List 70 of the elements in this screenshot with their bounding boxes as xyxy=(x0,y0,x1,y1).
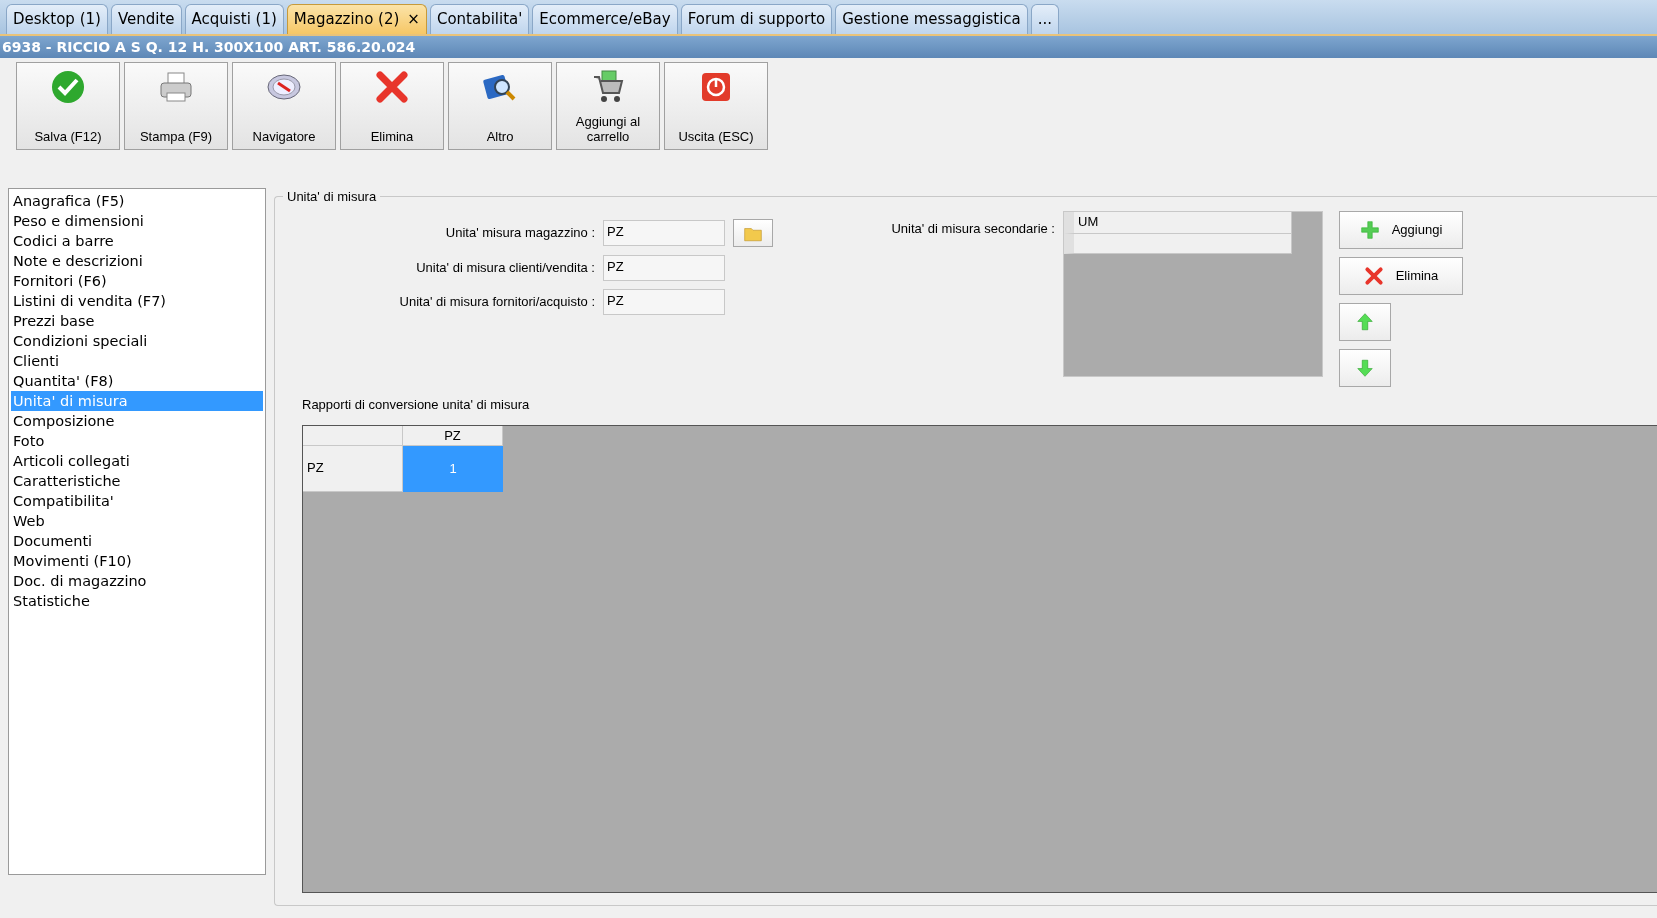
sidebar-item[interactable]: Clienti xyxy=(11,351,263,371)
printer-icon xyxy=(158,69,194,105)
add-button[interactable]: Aggiungi xyxy=(1339,211,1463,249)
tab-label[interactable]: Vendite xyxy=(117,8,175,34)
sidebar-item[interactable]: Web xyxy=(11,511,263,531)
record-title: 6938 - RICCIO A S Q. 12 H. 300X100 ART. 586.20.024 xyxy=(0,36,1657,58)
field-label: Unita' di misura clienti/vendita : xyxy=(415,259,596,278)
tab[interactable]: Gestione messaggistica xyxy=(835,4,1028,34)
tab[interactable]: Vendite xyxy=(110,4,182,34)
tab-label[interactable]: Magazzino (2) xyxy=(293,8,400,34)
tab-label[interactable]: Acquisti (1) xyxy=(191,8,277,34)
input-field[interactable]: PZ xyxy=(603,255,725,281)
browse-button[interactable] xyxy=(733,219,773,247)
toolbar-button[interactable]: Aggiungi al carrello xyxy=(556,62,660,150)
up-arrow-icon xyxy=(1355,312,1375,332)
tab[interactable]: Forum di supporto xyxy=(680,4,833,34)
check-icon xyxy=(50,69,86,105)
column-header: UM xyxy=(1064,212,1292,234)
tab-label[interactable]: Contabilita' xyxy=(436,8,523,34)
sidebar-item[interactable]: Articoli collegati xyxy=(11,451,263,471)
tab-label[interactable]: Gestione messaggistica xyxy=(842,8,1021,34)
tab[interactable]: ... xyxy=(1030,4,1060,34)
field-label: Unita' di misura fornitori/acquisto : xyxy=(398,293,596,312)
tab-label[interactable]: Desktop (1) xyxy=(13,8,101,34)
row-header: PZ xyxy=(303,445,403,492)
sidebar-item[interactable]: Prezzi base xyxy=(11,311,263,331)
sidebar-item[interactable]: Compatibilita' xyxy=(11,491,263,511)
sidebar-item[interactable]: Codici a barre xyxy=(11,231,263,251)
sidebar-item[interactable]: Statistiche xyxy=(11,591,263,611)
toolbar-button[interactable]: Stampa (F9) xyxy=(124,62,228,150)
sidebar-item[interactable]: Anagrafica (F5) xyxy=(11,191,263,211)
tab[interactable]: Contabilita' xyxy=(429,4,530,34)
down-arrow-icon xyxy=(1355,358,1375,378)
move-down-button[interactable] xyxy=(1339,349,1391,387)
section-label: Rapporti di conversione unita' di misura xyxy=(302,396,531,414)
column-header: PZ xyxy=(403,425,503,446)
toolbar-button[interactable]: Salva (F12) xyxy=(16,62,120,150)
field-label: Unita' misura magazzino : xyxy=(444,224,596,243)
sidebar-item[interactable]: Condizioni speciali xyxy=(11,331,263,351)
toolbar-button[interactable]: Navigatore xyxy=(232,62,336,150)
tab-label[interactable]: Forum di supporto xyxy=(687,8,826,34)
cross-icon xyxy=(1363,266,1384,286)
sidebar-item[interactable]: Documenti xyxy=(11,531,263,551)
tab[interactable]: Acquisti (1) xyxy=(184,4,284,34)
input-field[interactable]: PZ xyxy=(603,289,725,315)
tab-label[interactable]: Ecommerce/eBay xyxy=(539,8,671,34)
plus-icon xyxy=(1359,220,1380,240)
input-field[interactable]: PZ xyxy=(603,220,725,246)
sidebar-item[interactable]: Fornitori (F6) xyxy=(11,271,263,291)
sidebar-item[interactable]: Peso e dimensioni xyxy=(11,211,263,231)
tab[interactable]: Ecommerce/eBay xyxy=(532,4,678,34)
sidebar-item[interactable]: Foto xyxy=(11,431,263,451)
tab-label[interactable]: ... xyxy=(1037,8,1053,34)
toolbar-button[interactable]: Altro xyxy=(448,62,552,150)
sidebar-item[interactable]: Movimenti (F10) xyxy=(11,551,263,571)
delete-button[interactable]: Elimina xyxy=(1339,257,1463,295)
tab[interactable]: Magazzino (2) × xyxy=(286,4,427,34)
sidebar-item[interactable]: Note e descrizioni xyxy=(11,251,263,271)
sidebar-item[interactable]: Quantita' (F8) xyxy=(11,371,263,391)
move-up-button[interactable] xyxy=(1339,303,1391,341)
sidebar-item[interactable]: Caratteristiche xyxy=(11,471,263,491)
sidebar-item[interactable]: Listini di vendita (F7) xyxy=(11,291,263,311)
tab[interactable]: Desktop (1) xyxy=(6,4,108,34)
toolbar-button[interactable]: Uscita (ESC) xyxy=(664,62,768,150)
sidebar-item[interactable]: Composizione xyxy=(11,411,263,431)
cross-icon xyxy=(374,69,410,105)
field-label: Unita' di misura secondarie : xyxy=(890,220,1056,238)
sidebar-item[interactable]: Doc. di magazzino xyxy=(11,571,263,591)
toolbar-button[interactable]: Elimina xyxy=(340,62,444,150)
close-icon[interactable]: × xyxy=(407,8,420,34)
